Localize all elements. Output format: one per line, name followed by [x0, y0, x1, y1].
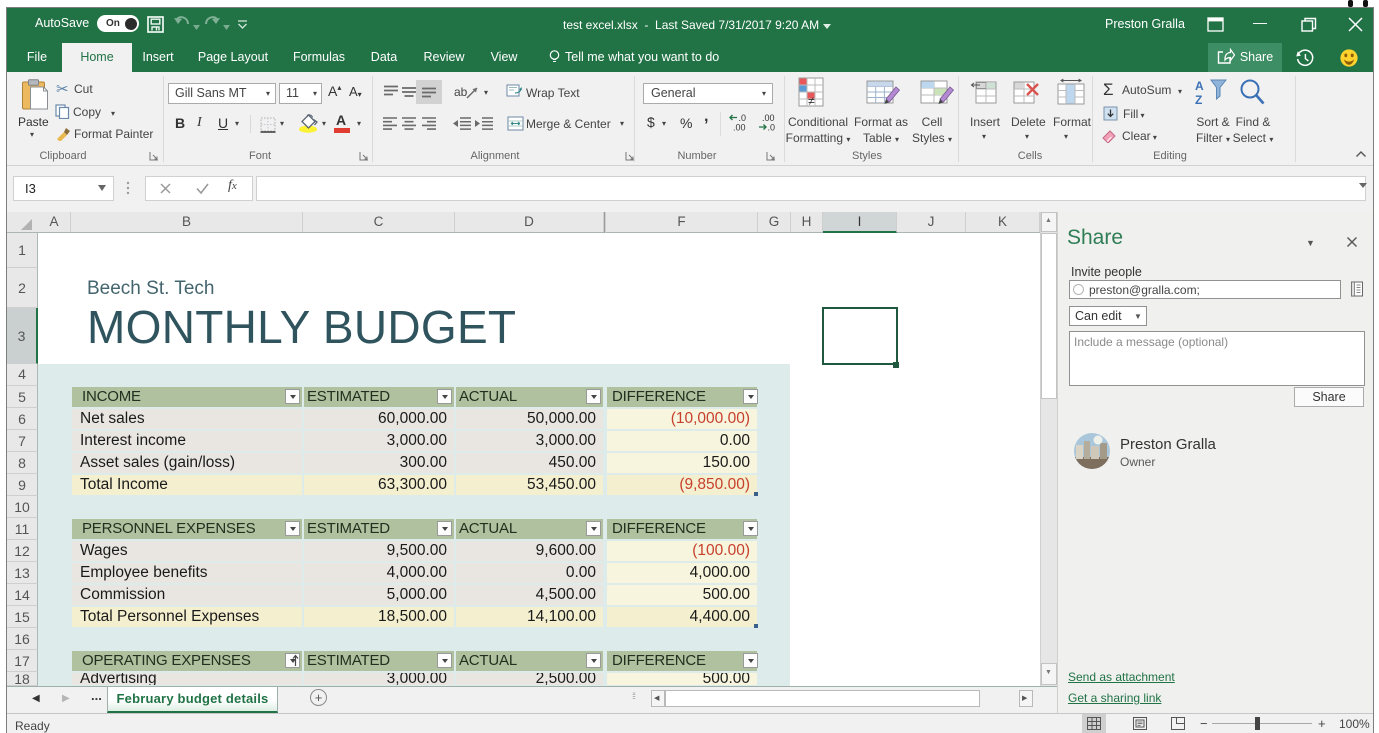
svg-text:Z: Z [1195, 93, 1202, 107]
svg-text:A: A [1195, 79, 1204, 93]
svg-text:.0: .0 [739, 113, 747, 123]
svg-text:.00: .00 [733, 123, 746, 133]
svg-text:ab: ab [454, 85, 468, 99]
svg-text:≠: ≠ [808, 94, 815, 108]
